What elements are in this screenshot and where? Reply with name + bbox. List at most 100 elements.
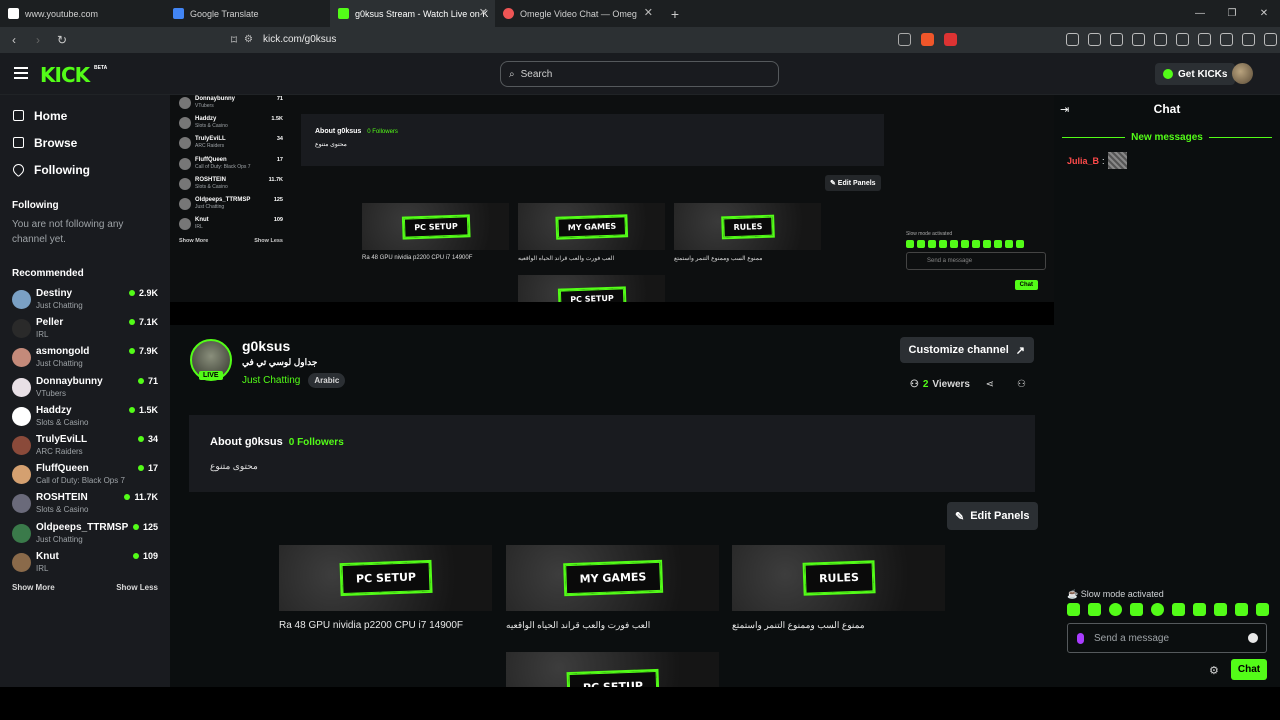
- emote-button[interactable]: [1109, 603, 1122, 616]
- panel-rules[interactable]: RULES: [732, 545, 945, 611]
- sidebar-item-browse[interactable]: Browse: [0, 129, 170, 156]
- edit-panels-button[interactable]: ✎ Edit Panels: [947, 502, 1038, 530]
- user-avatar[interactable]: [1232, 63, 1253, 84]
- following-empty-note: You are not following any channel yet.: [12, 219, 124, 245]
- emote-button[interactable]: [1256, 603, 1269, 616]
- minimize-icon[interactable]: —: [1184, 0, 1216, 27]
- sidebar-recommended-channel[interactable]: Haddzy Slots & Casino 1.5K: [0, 402, 170, 431]
- category-link[interactable]: Just Chatting: [242, 375, 300, 386]
- site-settings-icon[interactable]: ⚙: [244, 27, 253, 53]
- avatar: [179, 197, 191, 210]
- panel-pc-setup[interactable]: PC SETUP: [279, 545, 492, 611]
- sidebar-icon[interactable]: [1176, 33, 1189, 46]
- sidebar-recommended-channel[interactable]: Donnaybunny VTubers 71: [0, 373, 170, 402]
- live-dot-icon: [124, 494, 131, 501]
- tab-omegle[interactable]: Omegle Video Chat — Omeg ✕: [495, 0, 660, 27]
- show-more-button[interactable]: Show More: [12, 583, 55, 592]
- brave-shield-icon[interactable]: [921, 33, 934, 46]
- maximize-icon[interactable]: ❐: [1216, 0, 1248, 27]
- emote-button[interactable]: [1088, 603, 1101, 616]
- sidebar-recommended-channel[interactable]: TrulyEviLL ARC Raiders 34: [0, 431, 170, 460]
- emote-button[interactable]: [1214, 603, 1227, 616]
- emote-button[interactable]: [1151, 603, 1164, 616]
- mirror-panel-label: RULES: [720, 214, 775, 239]
- emote-button[interactable]: [1130, 603, 1143, 616]
- sidebar-item-following[interactable]: Following: [0, 156, 170, 183]
- close-window-icon[interactable]: ✕: [1248, 0, 1280, 27]
- hamburger-menu-icon[interactable]: [14, 67, 28, 79]
- new-messages-divider[interactable]: New messages: [1062, 132, 1272, 143]
- sidebar-recommended-channel[interactable]: Destiny Just Chatting 2.9K: [0, 285, 170, 314]
- filter-icon[interactable]: [1066, 33, 1079, 46]
- chat-username[interactable]: Julia_B: [1067, 156, 1099, 166]
- sidebar-recommended-channel[interactable]: Knut IRL 109: [0, 548, 170, 577]
- panel-caption: ممنوع السب وممنوع التنمر واستمتع: [732, 620, 865, 630]
- leo-ai-icon[interactable]: [1220, 33, 1233, 46]
- avatar: [12, 435, 31, 455]
- browser-tab-bar: www.youtube.com Google Translate g0ksus …: [0, 0, 1280, 27]
- language-tag[interactable]: Arabic: [308, 373, 346, 388]
- back-icon[interactable]: ‹: [4, 33, 24, 47]
- share-page-icon[interactable]: [898, 33, 911, 46]
- sidebar-recommended-channel[interactable]: FluffQueen Call of Duty: Black Ops 7 17: [0, 460, 170, 489]
- get-kicks-button[interactable]: Get KICKs: [1155, 63, 1236, 85]
- music-icon[interactable]: [1154, 33, 1167, 46]
- emote-button[interactable]: [1235, 603, 1248, 616]
- chat-settings-icon[interactable]: ⚙: [1209, 664, 1219, 677]
- pencil-icon: ✎: [955, 510, 965, 523]
- tab-youtube[interactable]: www.youtube.com: [0, 0, 165, 27]
- search-input[interactable]: ⌕ Search: [500, 61, 779, 87]
- user-settings-icon[interactable]: ⚇: [1017, 379, 1026, 390]
- tab-title: www.youtube.com: [25, 8, 99, 19]
- show-less-button[interactable]: Show Less: [116, 583, 158, 592]
- chat-panel: ⇥ Chat New messages Julia_B: ☕ Slow mode…: [1054, 95, 1280, 687]
- tab-title: Omegle Video Chat — Omeg: [520, 8, 637, 19]
- live-dot-icon: [128, 406, 135, 413]
- mirror-recommended-channel: Haddzy Slots & Casino 1.5K: [175, 115, 287, 135]
- tab-google-translate[interactable]: Google Translate: [165, 0, 330, 27]
- sidebar-recommended-channel[interactable]: Oldpeeps_TTRMSP Just Chatting 125: [0, 519, 170, 548]
- channel-name[interactable]: g0ksus: [242, 338, 290, 354]
- send-chat-button[interactable]: Chat: [1231, 659, 1267, 680]
- sidebar-recommended-channel[interactable]: asmongold Just Chatting 7.9K: [0, 343, 170, 372]
- emote-button[interactable]: [1067, 603, 1080, 616]
- microphone-icon[interactable]: [1077, 632, 1084, 644]
- emote-button[interactable]: [1172, 603, 1185, 616]
- close-tab-icon[interactable]: ✕: [644, 6, 653, 19]
- shield-icon[interactable]: [1088, 33, 1101, 46]
- panel-pc-setup-2[interactable]: PC SETUP: [506, 652, 719, 687]
- url-field[interactable]: ⚙ kick.com/g0ksus: [244, 27, 336, 53]
- new-tab-button[interactable]: +: [660, 6, 690, 22]
- panel-my-games[interactable]: MY GAMES: [506, 545, 719, 611]
- mirror-panel-label: MY GAMES: [554, 213, 629, 240]
- about-title: About g0ksus: [210, 436, 283, 448]
- menu-icon[interactable]: [1264, 33, 1277, 46]
- emote-button[interactable]: [1193, 603, 1206, 616]
- video-player[interactable]: Donnaybunny VTubers 71 Haddzy Slots & Ca…: [170, 95, 1054, 325]
- viewer-count: 7.9K: [128, 346, 158, 356]
- kick-logo[interactable]: KICK: [40, 63, 90, 87]
- sidebar-recommended-channel[interactable]: Peller IRL 7.1K: [0, 314, 170, 343]
- forward-icon[interactable]: ›: [28, 33, 48, 47]
- close-tab-icon[interactable]: ✕: [479, 6, 488, 19]
- emoji-icon[interactable]: [1248, 633, 1258, 643]
- brave-rewards-icon[interactable]: [944, 33, 957, 46]
- mirror-channel-name: TrulyEviLL: [195, 136, 226, 143]
- reload-icon[interactable]: ↻: [52, 33, 72, 47]
- url-text: kick.com/g0ksus: [262, 34, 337, 45]
- share-icon[interactable]: ⋖: [986, 379, 994, 390]
- vpn-shield-icon[interactable]: [1242, 33, 1255, 46]
- sidebar-item-home[interactable]: Home: [0, 102, 170, 129]
- extensions-toolbar: [1066, 33, 1277, 46]
- vpn-icon[interactable]: [1110, 33, 1123, 46]
- bookmark-icon[interactable]: ⌑: [224, 33, 244, 47]
- panel-caption: Ra 48 GPU nividia p2200 CPU i7 14900F: [279, 620, 463, 631]
- mirror-recommended-channel: Oldpeeps_TTRMSP Just Chatting 125: [175, 196, 287, 216]
- wallet-icon[interactable]: [1198, 33, 1211, 46]
- avatar: [12, 494, 31, 514]
- tab-kick-stream[interactable]: g0ksus Stream - Watch Live on K ✕: [330, 0, 495, 27]
- extensions-icon[interactable]: [1132, 33, 1145, 46]
- sidebar-recommended-channel[interactable]: ROSHTEIN Slots & Casino 11.7K: [0, 489, 170, 518]
- customize-channel-button[interactable]: Customize channel ↗: [899, 337, 1034, 363]
- chat-message-input[interactable]: Send a message: [1067, 623, 1267, 653]
